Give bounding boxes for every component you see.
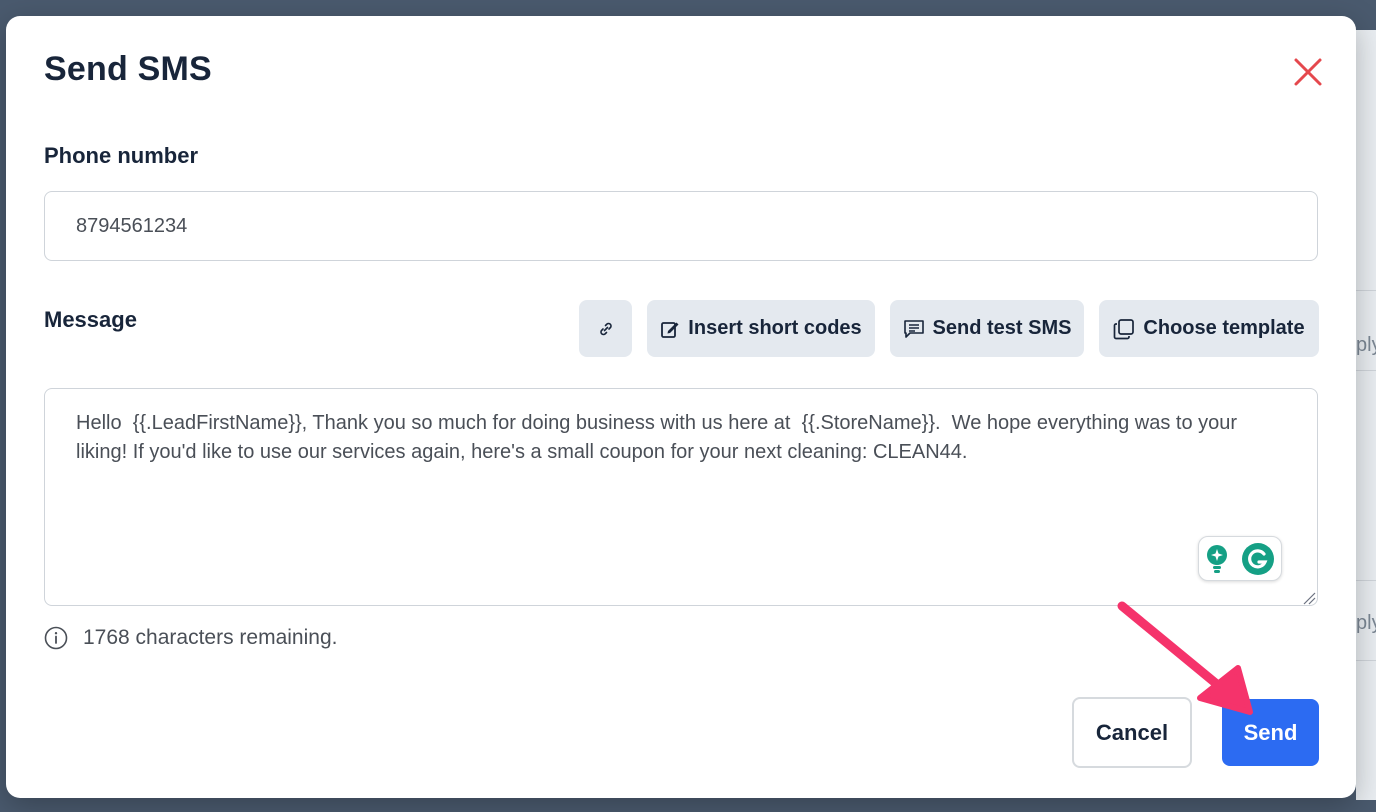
choose-template-label: Choose template bbox=[1143, 317, 1305, 339]
grammarly-icon bbox=[1241, 542, 1274, 575]
cancel-button[interactable]: Cancel bbox=[1072, 697, 1192, 768]
resize-handle-icon[interactable] bbox=[1302, 591, 1316, 605]
phone-number-input[interactable] bbox=[44, 191, 1318, 261]
insert-link-button[interactable] bbox=[579, 300, 632, 357]
characters-remaining-row: 1768 characters remaining. bbox=[44, 626, 337, 650]
link-icon bbox=[599, 322, 612, 335]
characters-remaining-text: 1768 characters remaining. bbox=[83, 626, 338, 649]
send-sms-modal: Send SMS Phone number Message Insert sho… bbox=[6, 16, 1356, 798]
modal-title: Send SMS bbox=[44, 50, 212, 88]
close-button[interactable] bbox=[1290, 54, 1326, 90]
background-reply-text: ply bbox=[1356, 334, 1376, 356]
send-test-sms-button[interactable]: Send test SMS bbox=[890, 300, 1084, 357]
background-row-divider bbox=[1356, 290, 1376, 291]
chat-message-icon bbox=[903, 319, 924, 338]
background-row-divider bbox=[1356, 580, 1376, 581]
copy-template-icon bbox=[1114, 318, 1135, 339]
send-test-sms-label: Send test SMS bbox=[932, 317, 1072, 339]
message-textarea[interactable]: Hello {{.LeadFirstName}}, Thank you so m… bbox=[44, 388, 1318, 606]
background-panel bbox=[1356, 30, 1376, 800]
edit-icon bbox=[661, 321, 679, 338]
phone-number-label: Phone number bbox=[44, 143, 199, 168]
info-icon bbox=[44, 626, 68, 650]
send-button[interactable]: Send bbox=[1222, 699, 1319, 766]
background-row-divider bbox=[1356, 370, 1376, 371]
insert-short-codes-label: Insert short codes bbox=[688, 317, 862, 339]
insert-short-codes-button[interactable]: Insert short codes bbox=[647, 300, 875, 357]
message-label: Message bbox=[44, 307, 137, 332]
choose-template-button[interactable]: Choose template bbox=[1099, 300, 1319, 357]
close-icon bbox=[1294, 58, 1322, 86]
lightbulb-icon bbox=[1206, 544, 1227, 573]
background-reply-text: ply bbox=[1356, 612, 1376, 634]
grammarly-widget[interactable] bbox=[1198, 536, 1282, 581]
background-row-divider bbox=[1356, 660, 1376, 661]
